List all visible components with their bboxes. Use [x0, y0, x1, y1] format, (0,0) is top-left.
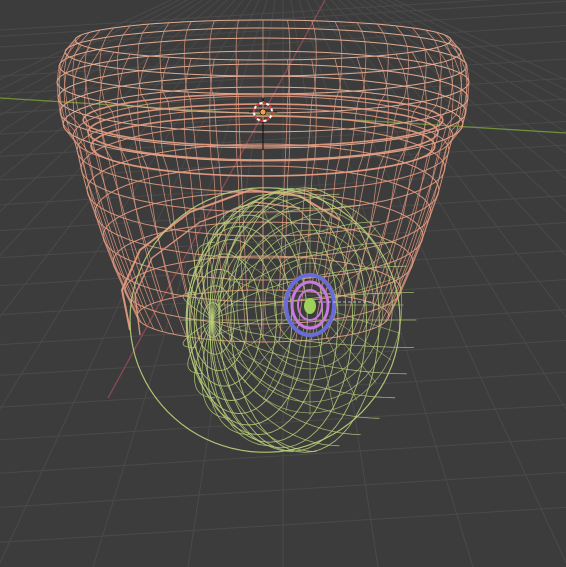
camera-sphere-wireframe[interactable]: [129, 187, 417, 453]
grid-line: [322, 0, 566, 318]
grid-line: [306, 0, 566, 564]
lens-radial: [219, 310, 289, 334]
dome-housing-wireframe[interactable]: [56, 19, 470, 343]
housing-meridian: [379, 32, 454, 307]
sphere-meridian: [211, 319, 380, 419]
housing-meridian: [99, 52, 164, 332]
sphere-meridian: [211, 319, 396, 399]
housing-meridian: [295, 20, 317, 291]
lens-center: [304, 298, 316, 314]
grid-line: [187, 0, 276, 567]
lens-radial: [243, 320, 295, 384]
origin-dot: [259, 108, 267, 116]
3d-viewport[interactable]: [0, 0, 566, 567]
housing-meridian: [279, 20, 291, 291]
grid-line: [330, 0, 566, 256]
scene-canvas[interactable]: [0, 0, 566, 567]
